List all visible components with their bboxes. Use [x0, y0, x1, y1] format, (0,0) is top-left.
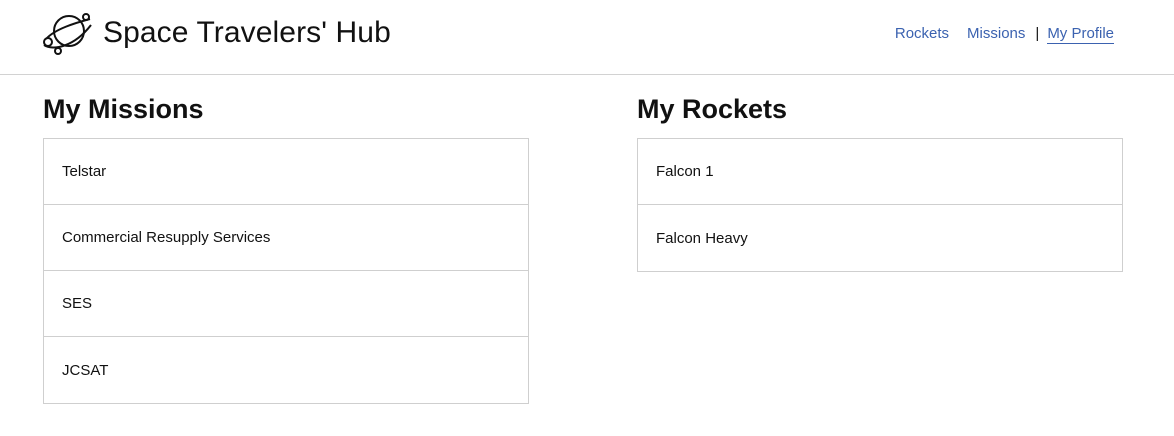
site-title: Space Travelers' Hub — [103, 16, 391, 49]
planet-logo-icon — [43, 13, 92, 55]
mission-list-item: Commercial Resupply Services — [44, 205, 528, 271]
site-header: Space Travelers' Hub Rockets Missions | … — [0, 0, 1174, 75]
mission-list-item: JCSAT — [62, 361, 109, 379]
my-missions-list: Telstar Commercial Resupply Services SES… — [43, 138, 529, 404]
main-navigation: Rockets Missions | My Profile — [895, 23, 1114, 45]
my-rockets-section: My Rockets Falcon 1 Falcon Heavy — [637, 92, 1123, 272]
nav-rockets-link[interactable]: Rockets — [895, 24, 949, 44]
my-rockets-list: Falcon 1 Falcon Heavy — [637, 138, 1123, 272]
mission-list-item: SES — [44, 271, 528, 337]
my-rockets-heading: My Rockets — [637, 94, 788, 124]
nav-missions-link[interactable]: Missions — [967, 24, 1025, 44]
nav-separator: | — [1035, 25, 1040, 42]
my-missions-heading: My Missions — [43, 94, 204, 124]
rocket-list-item: Falcon Heavy — [656, 229, 748, 247]
rocket-list-item: Falcon 1 — [638, 139, 1122, 205]
nav-my-profile-link[interactable]: My Profile — [1047, 25, 1114, 44]
my-missions-section: My Missions Telstar Commercial Resupply … — [43, 92, 529, 404]
mission-list-item: Telstar — [44, 139, 528, 205]
